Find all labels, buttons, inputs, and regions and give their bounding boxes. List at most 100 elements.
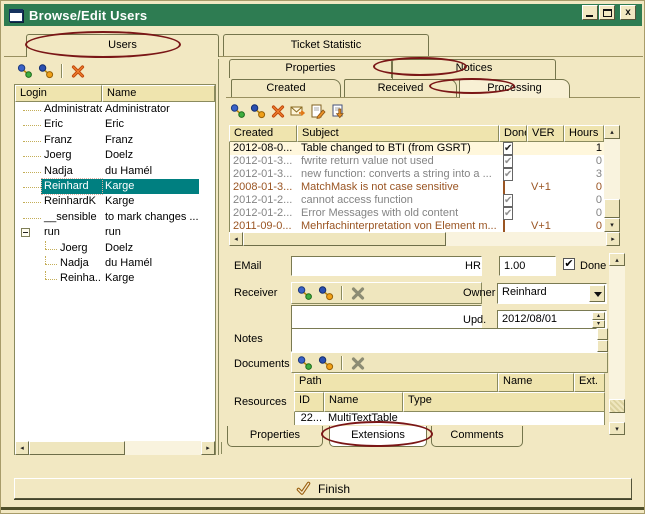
tab-ticket-statistic[interactable]: Ticket Statistic [223,34,429,56]
spinner-buttons[interactable]: ▴▾ [592,312,605,328]
tab-users[interactable]: Users [26,34,219,57]
user-tree-row[interactable]: JoergDoelz [15,148,215,163]
done-checkbox[interactable]: ✔ [503,194,513,207]
column-header-ext[interactable]: Ext. [574,373,605,392]
user-tree-row[interactable]: EricEric [15,117,215,132]
user-tree-row[interactable]: ReinhardKKarge [15,194,215,209]
scroll-down-button[interactable]: ▾ [604,218,620,232]
notes-input[interactable] [291,328,597,352]
column-header-login[interactable]: Login [15,85,102,102]
tab-received[interactable]: Received [344,79,457,97]
notes-split-button[interactable] [597,328,608,352]
tab-comments[interactable]: Comments [431,426,523,447]
column-header-done[interactable]: Done [499,125,527,142]
notices-table-row[interactable]: 2012-01-3...fwrite return value not used… [230,155,604,168]
user-add-icon[interactable] [230,103,246,119]
column-header-created[interactable]: Created [229,125,297,142]
scroll-thumb[interactable] [609,399,625,413]
user-add-icon[interactable] [297,355,313,371]
tab-created[interactable]: Created [231,79,341,97]
notices-table-row[interactable]: 2011-09-0...Mehrfachinterpretation von E… [230,220,604,232]
delete-icon[interactable] [70,63,86,79]
scroll-thumb[interactable] [29,441,125,455]
user-tree-row[interactable]: Nadjadu Hamél [15,164,215,179]
column-header-name[interactable]: Name [102,85,215,102]
user-link-icon[interactable] [318,355,334,371]
done-checkbox[interactable]: ✔ [503,207,513,220]
finish-button[interactable]: Finish [14,478,632,499]
scroll-up-button[interactable]: ▴ [604,125,620,139]
user-link-icon[interactable] [318,285,334,301]
column-header-hours[interactable]: Hours [564,125,604,142]
user-tree-row[interactable]: runrun [15,225,215,240]
owner-combobox[interactable]: Reinhard [497,283,607,304]
hr-input[interactable] [499,256,556,276]
splitter-handle[interactable] [221,442,222,454]
scroll-right-button[interactable]: ▸ [606,232,620,246]
note-edit-icon[interactable] [310,103,326,119]
user-add-icon[interactable] [297,285,313,301]
user-tree-row[interactable]: ReinhardKarge [15,179,215,194]
tab-properties[interactable]: Properties [229,59,392,78]
user-name-cell: du Hamél [103,256,213,271]
column-header-type[interactable]: Type [403,392,605,412]
scroll-down-button[interactable]: ▾ [609,422,625,435]
scroll-thumb[interactable] [243,232,446,246]
done-checkbox[interactable]: ✔ [503,155,513,168]
column-header-name[interactable]: Name [498,373,574,392]
column-header-ver[interactable]: VER [527,125,564,142]
user-tree-row[interactable]: JoergDoelz [15,241,215,256]
minimize-button[interactable] [582,5,598,20]
column-header-path[interactable]: Path [294,373,498,392]
scroll-thumb[interactable] [604,199,620,218]
chevron-down-icon[interactable] [589,285,605,302]
notices-table-row[interactable]: 2012-01-3...new function: converts a str… [230,168,604,181]
column-header-name[interactable]: Name [324,392,403,412]
mail-send-icon[interactable] [290,103,306,119]
email-input[interactable] [291,256,482,276]
column-header-subject[interactable]: Subject [297,125,499,142]
done-checkbox[interactable]: ✔ [563,258,575,270]
upd-date-spinner[interactable]: 2012/08/01 ▴▾ [497,310,607,330]
tab-extensions[interactable]: Extensions [329,426,427,447]
panel-splitter[interactable] [218,59,219,455]
notices-table-row[interactable]: 2008-01-3...MatchMask is not case sensit… [230,181,604,194]
browse-edit-users-window: Browse/Edit Users x Users Ticket Statist… [0,0,645,514]
user-tree-row[interactable]: FranzFranz [15,133,215,148]
notices-table-row[interactable]: 2012-01-2...cannot access function✔0 [230,194,604,207]
hr-label: HR [465,260,481,272]
spin-up-icon[interactable]: ▴ [592,312,605,320]
done-checkbox[interactable]: ✔ [503,142,513,155]
tree-collapse-icon[interactable] [21,228,30,237]
tab-processing[interactable]: Processing [459,79,570,98]
scroll-left-button[interactable]: ◂ [15,441,29,455]
notices-table-row[interactable]: 2012-01-2...Error Messages with old cont… [230,207,604,220]
note-copy-icon[interactable] [330,103,346,119]
spin-down-icon[interactable]: ▾ [592,320,605,328]
scroll-up-button[interactable]: ▴ [609,253,625,266]
delete-icon[interactable] [270,103,286,119]
owner-label: Owner [463,287,495,299]
tab-properties-bottom[interactable]: Properties [227,426,323,447]
ver-cell: V+1 [528,220,565,232]
scroll-left-button[interactable]: ◂ [229,232,243,246]
done-checkbox[interactable] [503,181,505,194]
user-link-icon[interactable] [250,103,266,119]
user-tree-row[interactable]: Nadjadu Hamél [15,256,215,271]
user-add-icon[interactable] [17,63,33,79]
user-tree-row[interactable]: AdministratorAdministrator [15,102,215,117]
notices-table-row[interactable]: 2012-08-0...Table changed to BTI (from G… [230,142,604,155]
scroll-right-button[interactable]: ▸ [201,441,215,455]
resources-table-row[interactable]: 22...MultiTextTable [295,412,604,425]
column-header-id[interactable]: ID [294,392,324,412]
done-checkbox[interactable]: ✔ [503,168,513,181]
done-checkbox[interactable] [503,220,505,232]
user-tree-row[interactable]: __sensibleto mark changes ... [15,210,215,225]
tab-notices[interactable]: Notices [392,59,556,79]
close-button[interactable]: x [620,5,636,20]
user-link-icon[interactable] [38,63,54,79]
created-cell: 2011-09-0... [230,220,298,232]
titlebar[interactable]: Browse/Edit Users [4,4,642,26]
maximize-button[interactable] [599,5,615,20]
user-tree-row[interactable]: Reinha...Karge [15,271,215,286]
